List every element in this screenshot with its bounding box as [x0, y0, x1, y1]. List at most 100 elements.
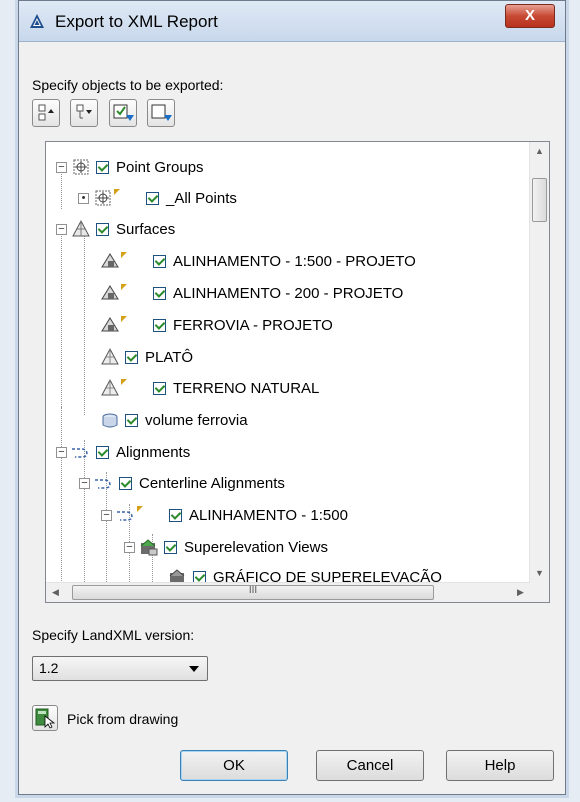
clear-all-button[interactable] — [70, 99, 98, 127]
tree-node-label: Superelevation Views — [184, 538, 328, 556]
horizontal-scroll-thumb[interactable]: III — [72, 585, 434, 600]
tree-node[interactable]: ALINHAMENTO - 200 - PROJETO — [100, 278, 403, 308]
tree-node-label: FERROVIA - PROJETO — [173, 316, 333, 334]
point-group-icon — [95, 190, 111, 206]
clear-all-icon — [76, 104, 92, 119]
ok-button[interactable]: OK — [180, 750, 288, 781]
uncheck-selected-icon — [151, 104, 172, 121]
modified-flag-icon — [121, 284, 127, 290]
tree-node[interactable]: − Alignments — [56, 437, 190, 467]
collapse-toggle[interactable]: − — [56, 161, 67, 173]
select-all-icon — [38, 104, 54, 121]
dialog-title: Export to XML Report — [55, 12, 218, 31]
tree-connector — [61, 227, 62, 407]
surface-icon — [101, 317, 119, 332]
surface-checkbox[interactable] — [153, 254, 166, 268]
surface-checkbox[interactable] — [125, 350, 138, 364]
tree-node-label: Alignments — [116, 443, 191, 461]
tree-node-label: ALINHAMENTO - 1:500 — [189, 506, 348, 524]
pick-from-drawing-icon — [35, 708, 56, 729]
landxml-version-label: Specify LandXML version: — [32, 627, 195, 643]
collapse-toggle[interactable]: − — [56, 223, 67, 235]
export-xml-dialog: Export to XML Report X Specify objects t… — [18, 0, 566, 795]
select-all-button[interactable] — [32, 99, 60, 127]
tree-node[interactable]: − Surfaces — [56, 214, 175, 244]
surface-icon — [72, 219, 90, 237]
pick-from-drawing-button[interactable] — [32, 705, 58, 731]
collapse-toggle[interactable]: − — [79, 477, 90, 489]
tree-node-label: TERRENO NATURAL — [173, 379, 320, 397]
tree-connector — [61, 407, 62, 583]
superelevation-views-checkbox[interactable] — [164, 540, 177, 554]
tree-node[interactable]: TERRENO NATURAL — [100, 373, 319, 403]
selected-version: 1.2 — [39, 660, 59, 676]
alignment-icon — [117, 511, 133, 521]
collapse-toggle[interactable]: − — [124, 541, 135, 553]
tree-node[interactable]: • _All Points — [78, 183, 237, 213]
modified-flag-icon — [137, 506, 143, 512]
tree-node[interactable]: FERROVIA - PROJETO — [100, 310, 333, 340]
check-selected-button[interactable] — [109, 99, 137, 127]
scroll-up-icon[interactable]: ▲ — [530, 142, 549, 161]
surface-checkbox[interactable] — [153, 381, 166, 395]
collapse-toggle[interactable]: − — [101, 509, 112, 521]
tree-node-label: _All Points — [166, 189, 237, 207]
landxml-version-select[interactable]: 1.2 — [32, 656, 208, 681]
cancel-button[interactable]: Cancel — [316, 750, 424, 781]
surfaces-checkbox[interactable] — [96, 222, 109, 236]
tree-node[interactable]: ALINHAMENTO - 1:500 - PROJETO — [100, 246, 416, 276]
alignments-checkbox[interactable] — [96, 445, 109, 459]
surface-icon — [101, 253, 119, 268]
export-object-tree[interactable]: − Point Groups • _All Points − Surfaces — [45, 141, 550, 603]
tree-node[interactable]: − Centerline Alignments — [79, 468, 285, 498]
leaf-marker: • — [78, 192, 89, 204]
modified-flag-icon — [114, 189, 120, 195]
scroll-right-icon[interactable]: ▶ — [511, 583, 530, 602]
surface-checkbox[interactable] — [153, 318, 166, 332]
alignment-checkbox[interactable] — [169, 508, 182, 522]
help-button[interactable]: Help — [446, 750, 554, 781]
point-groups-checkbox[interactable] — [96, 160, 109, 174]
alignment-icon — [95, 479, 111, 489]
tree-node[interactable]: volume ferrovia — [100, 405, 248, 435]
vertical-scroll-thumb[interactable] — [532, 178, 547, 222]
check-selected-icon — [113, 104, 134, 121]
modified-flag-icon — [121, 252, 127, 258]
tree-node-label: volume ferrovia — [145, 411, 248, 429]
tree-node-label: GRÁFICO DE SUPERELEVAÇÃO — [213, 568, 442, 584]
centerline-alignments-checkbox[interactable] — [119, 476, 132, 490]
tree-node[interactable]: − ALINHAMENTO - 1:500 — [101, 500, 348, 530]
horizontal-scrollbar[interactable]: ◀ III ▶ — [46, 582, 530, 602]
volume-surface-icon — [102, 413, 118, 428]
close-button[interactable]: X — [505, 4, 555, 28]
chevron-down-icon — [189, 666, 199, 672]
superelevation-view-icon — [140, 539, 158, 556]
tree-node-label: PLATÔ — [145, 348, 194, 366]
tree-node[interactable]: − Superelevation Views — [124, 532, 328, 562]
modified-flag-icon — [121, 379, 127, 385]
scroll-left-icon[interactable]: ◀ — [46, 583, 65, 602]
surface-icon — [101, 378, 119, 396]
vertical-scrollbar[interactable]: ▲ ▼ — [529, 142, 549, 583]
pick-from-drawing-label: Pick from drawing — [67, 711, 179, 727]
uncheck-selected-button[interactable] — [147, 99, 175, 127]
tree-node-label: Surfaces — [116, 220, 176, 238]
alignment-icon — [72, 448, 88, 458]
tree-node-label: ALINHAMENTO - 1:500 - PROJETO — [173, 252, 416, 270]
surface-checkbox[interactable] — [125, 413, 138, 427]
tree-node[interactable]: − Point Groups — [56, 152, 204, 182]
collapse-toggle[interactable]: − — [56, 446, 67, 458]
tree-viewport: − Point Groups • _All Points − Surfaces — [46, 142, 530, 583]
scroll-down-icon[interactable]: ▼ — [530, 564, 549, 583]
tree-node[interactable]: GRÁFICO DE SUPERELEVAÇÃO — [168, 562, 442, 583]
scrollbar-corner — [530, 583, 549, 602]
modified-flag-icon — [121, 316, 127, 322]
tree-node[interactable]: PLATÔ — [100, 342, 193, 372]
superelevation-view-icon — [169, 569, 185, 583]
surface-icon — [101, 347, 119, 365]
title-bar[interactable]: Export to XML Report X — [19, 1, 565, 42]
all-points-checkbox[interactable] — [146, 191, 159, 205]
surface-icon — [101, 285, 119, 300]
surface-checkbox[interactable] — [153, 286, 166, 300]
point-group-icon — [73, 159, 89, 175]
